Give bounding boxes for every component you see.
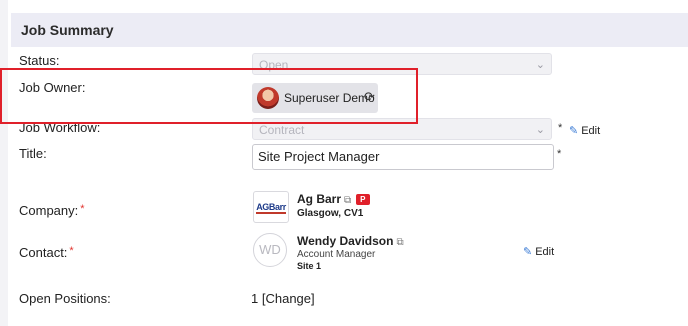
priority-badge: P	[356, 194, 370, 205]
highlight-box	[0, 68, 418, 124]
job-workflow-value: Contract	[259, 123, 305, 137]
open-positions-value: 1 [Change]	[251, 291, 315, 306]
title-label: Title:	[19, 146, 47, 161]
open-positions-label: Open Positions:	[19, 291, 111, 306]
chevron-down-icon: ⌄	[535, 124, 545, 136]
company-logo[interactable]: AGBarr	[253, 191, 289, 223]
external-link-icon[interactable]: ⧉	[396, 237, 403, 248]
pencil-icon: ✎	[523, 246, 533, 258]
required-mark: *	[80, 203, 85, 215]
contact-name-text: Wendy Davidson	[297, 234, 394, 248]
workflow-edit-link[interactable]: ✎ Edit	[569, 124, 600, 137]
company-label: Company: *	[19, 203, 85, 218]
required-mark: *	[69, 245, 74, 257]
company-name[interactable]: Ag Barr ⧉ P	[297, 192, 370, 206]
contact-label-text: Contact:	[19, 245, 68, 260]
contact-site: Site 1	[297, 261, 322, 271]
external-link-icon[interactable]: ⧉	[344, 195, 351, 206]
contact-avatar: WD	[253, 233, 287, 267]
workflow-edit-label: Edit	[581, 125, 601, 137]
company-label-text: Company:	[19, 203, 79, 218]
section-header: Job Summary	[11, 13, 688, 47]
required-mark: *	[557, 148, 562, 160]
company-name-text: Ag Barr	[297, 192, 342, 206]
status-label: Status:	[19, 53, 60, 68]
chevron-down-icon: ⌄	[535, 59, 545, 71]
contact-edit-link[interactable]: ✎ Edit	[523, 245, 554, 258]
required-mark: *	[558, 122, 563, 134]
title-input[interactable]: Site Project Manager	[252, 144, 554, 170]
contact-edit-label: Edit	[535, 246, 555, 258]
section-title: Job Summary	[21, 22, 114, 38]
contact-role: Account Manager	[297, 249, 376, 260]
pencil-icon: ✎	[569, 125, 579, 137]
contact-name[interactable]: Wendy Davidson ⧉	[297, 234, 404, 248]
left-sidebar-strip	[0, 0, 8, 326]
open-positions-count: 1	[251, 291, 259, 306]
company-location: Glasgow, CV1	[297, 208, 364, 219]
contact-label: Contact: *	[19, 245, 74, 260]
change-positions-link[interactable]: [Change]	[262, 291, 315, 306]
